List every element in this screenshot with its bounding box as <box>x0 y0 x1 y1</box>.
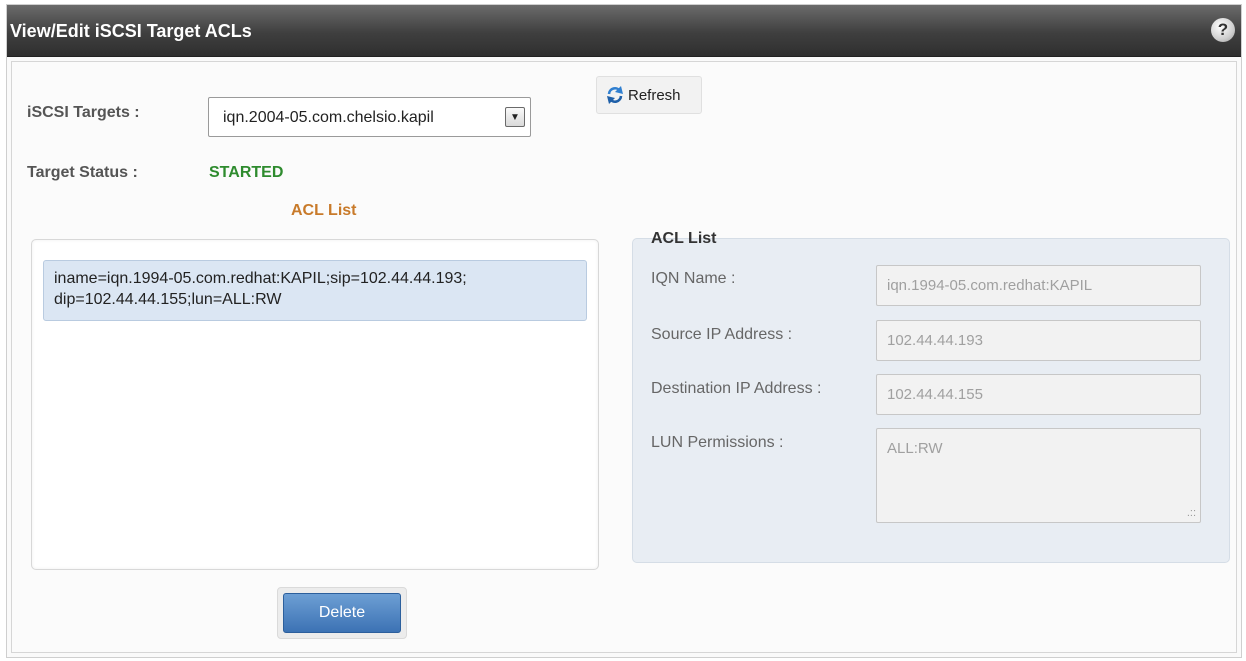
destination-ip-label: Destination IP Address : <box>651 380 822 397</box>
chevron-down-icon[interactable]: ▼ <box>505 107 525 127</box>
acl-entry-line-2: dip=102.44.44.155;lun=ALL:RW <box>54 291 282 308</box>
iqn-name-field[interactable]: iqn.1994-05.com.redhat:KAPIL <box>876 265 1201 306</box>
title-bar: View/Edit iSCSI Target ACLs ? <box>7 5 1241 57</box>
target-status-label: Target Status : <box>27 164 138 181</box>
help-icon[interactable]: ? <box>1211 18 1235 42</box>
refresh-label: Refresh <box>628 87 681 104</box>
targets-label: iSCSI Targets : <box>27 104 140 121</box>
delete-button[interactable]: Delete <box>277 587 407 639</box>
iqn-name-label: IQN Name : <box>651 270 736 287</box>
delete-button-label: Delete <box>283 593 401 633</box>
list-item[interactable]: iname=iqn.1994-05.com.redhat:KAPIL;sip=1… <box>43 260 587 321</box>
lun-permissions-field[interactable]: ALL:RW .:: <box>876 428 1201 523</box>
lun-permissions-label: LUN Permissions : <box>651 434 784 451</box>
page-title: View/Edit iSCSI Target ACLs <box>10 21 252 41</box>
resize-grip-icon[interactable]: .:: <box>1187 507 1196 519</box>
acl-form-title: ACL List <box>651 230 717 247</box>
destination-ip-field[interactable]: 102.44.44.155 <box>876 374 1201 415</box>
acl-details-form: ACL List IQN Name : iqn.1994-05.com.redh… <box>632 230 1230 563</box>
target-select[interactable]: iqn.2004-05.com.chelsio.kapil ▼ <box>208 97 531 137</box>
source-ip-label: Source IP Address : <box>651 326 793 343</box>
acl-listbox[interactable]: iname=iqn.1994-05.com.redhat:KAPIL;sip=1… <box>31 239 599 570</box>
acl-list-heading: ACL List <box>291 202 357 219</box>
lun-permissions-value: ALL:RW <box>887 440 943 457</box>
refresh-button[interactable]: Refresh <box>596 76 702 114</box>
refresh-icon <box>607 86 623 104</box>
target-status-value: STARTED <box>209 164 284 181</box>
acl-entry-line-1: iname=iqn.1994-05.com.redhat:KAPIL;sip=1… <box>54 270 467 287</box>
content-area: iSCSI Targets : iqn.2004-05.com.chelsio.… <box>11 61 1237 653</box>
target-select-value: iqn.2004-05.com.chelsio.kapil <box>223 109 434 126</box>
source-ip-field[interactable]: 102.44.44.193 <box>876 320 1201 361</box>
acl-panel: View/Edit iSCSI Target ACLs ? iSCSI Targ… <box>6 4 1242 658</box>
